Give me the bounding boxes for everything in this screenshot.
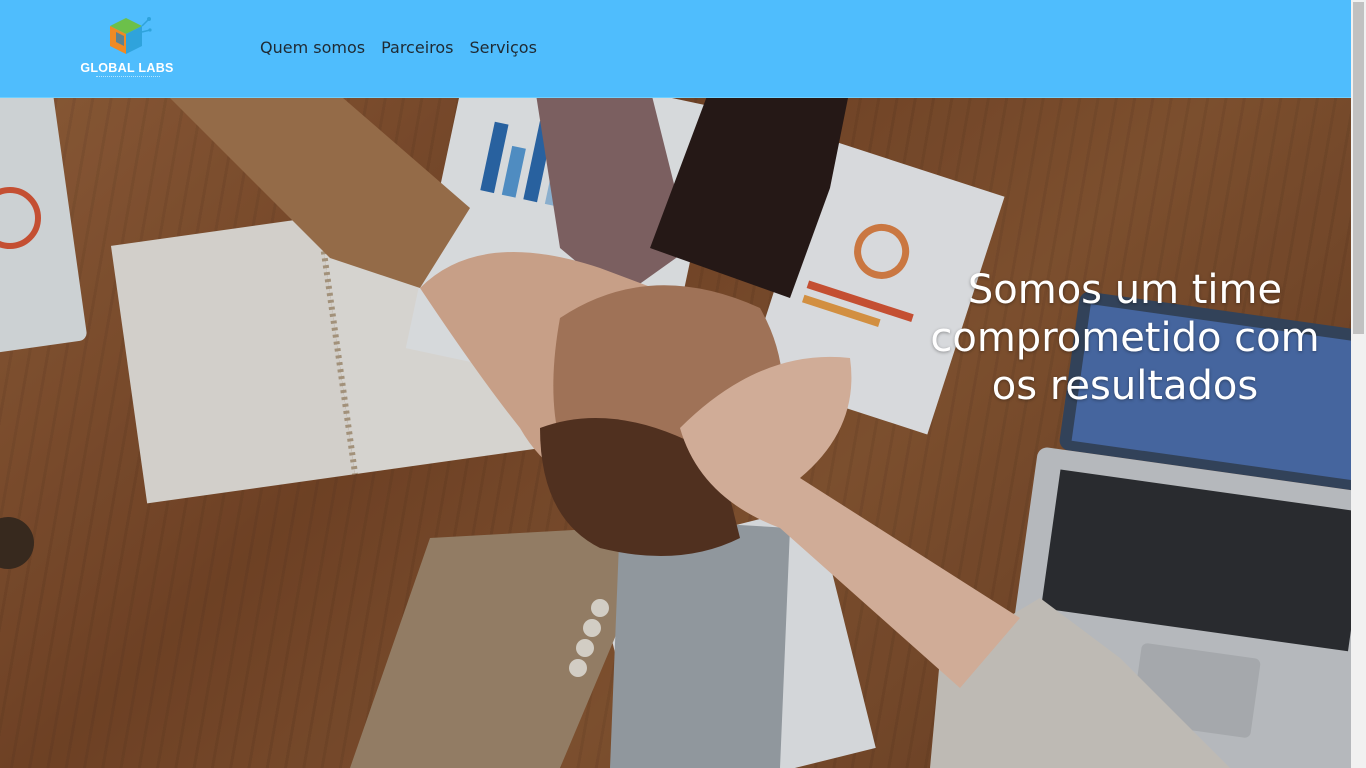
hero-banner: Somos um time comprometido com os result… <box>0 98 1351 768</box>
main-nav: Quem somos Parceiros Serviços <box>260 38 537 57</box>
nav-item-quem-somos[interactable]: Quem somos <box>260 38 365 57</box>
hero-title: Somos um time comprometido com os result… <box>930 267 1320 409</box>
brand-logo[interactable]: GLOBAL LABS <box>80 16 174 80</box>
brand-name: GLOBAL LABS <box>80 61 174 75</box>
navbar: GLOBAL LABS Quem somos Parceiros Serviço… <box>0 0 1351 98</box>
nav-item-servicos[interactable]: Serviços <box>470 38 537 57</box>
nav-item-parceiros[interactable]: Parceiros <box>381 38 453 57</box>
vertical-scrollbar[interactable] <box>1351 0 1366 768</box>
team-hands-photo <box>0 98 1351 768</box>
scrollbar-thumb[interactable] <box>1353 2 1364 334</box>
cube-logo-icon <box>110 17 152 54</box>
page: GLOBAL LABS Quem somos Parceiros Serviço… <box>0 0 1366 768</box>
brand-tagline-line <box>96 76 160 79</box>
